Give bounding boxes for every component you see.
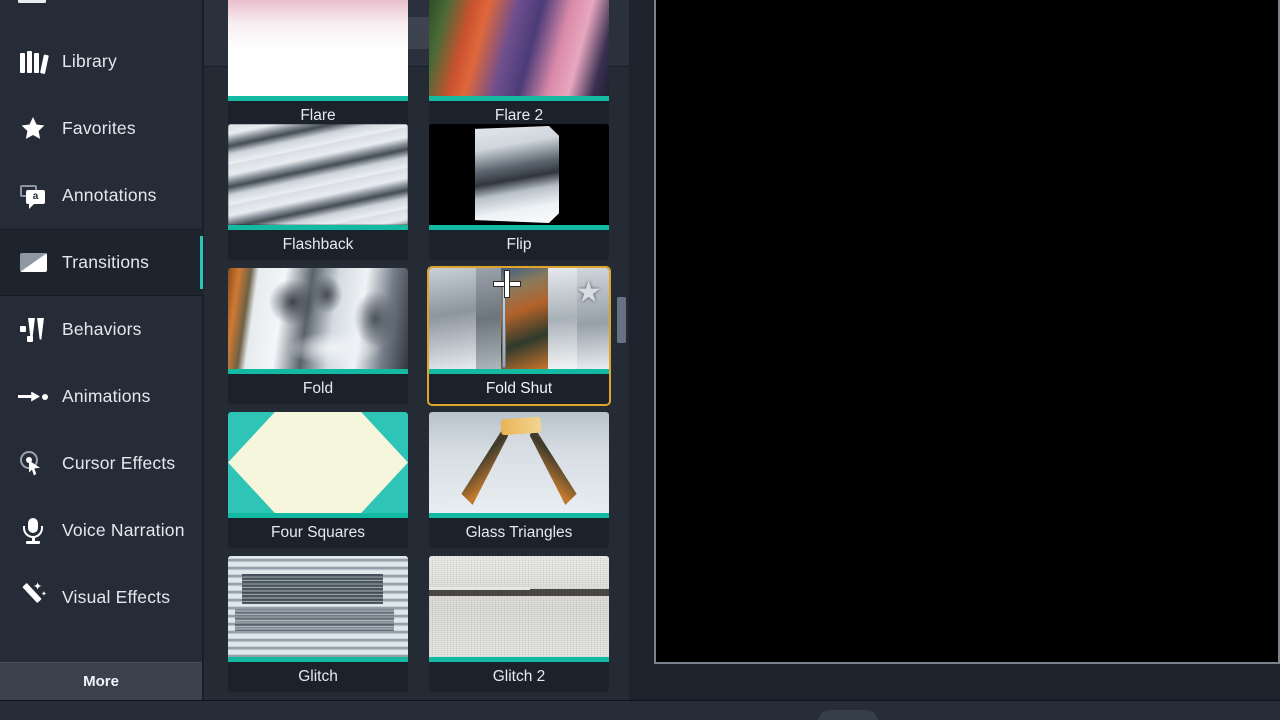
sidebar-item-label: Annotations [62,185,157,205]
transition-tile-flip[interactable]: Flip [429,124,609,260]
transition-tile-label: Fold Shut [485,380,553,397]
preview-pane [630,0,1280,697]
application-window: Library Favorites a Annotations Transiti… [0,0,1280,720]
transition-thumbnail [228,268,408,369]
transition-tile-fold-shut[interactable]: ★ Fold Shut [427,266,611,406]
transition-tile-label: Flashback [282,236,354,253]
cursor-effects-icon [16,449,50,479]
magic-wand-icon: ✦ ✦ ✦ [16,581,50,613]
transitions-icon [16,248,50,278]
sidebar-item-label: Favorites [62,118,136,138]
sidebar-item-visual-effects[interactable]: ✦ ✦ ✦ Visual Effects [0,564,203,631]
transition-tile-label: Four Squares [271,524,365,541]
sidebar-item-favorites[interactable]: Favorites [0,95,203,162]
transition-tile-four-squares[interactable]: Four Squares [228,412,408,548]
transition-tile-label: Fold [302,380,334,397]
transition-thumbnail [228,412,408,513]
sidebar-item-label: Voice Narration [62,520,185,540]
transitions-grid: Flare Flare 2 Flashback Flip Fold ★ Fold… [204,0,629,700]
sidebar-item-label: Library [62,51,117,71]
transition-thumbnail [228,124,408,225]
transition-thumbnail [429,124,609,225]
transition-tile-label: Glass Triangles [465,524,573,541]
bottom-toolbar-strip [0,700,1280,720]
transition-tile-label: Flip [506,236,532,253]
annotation-icon: a [16,181,50,211]
sidebar-item-label: Transitions [62,252,150,272]
transition-tile-flare[interactable]: Flare [228,0,408,131]
sidebar-item-label: Visual Effects [62,587,171,607]
transition-thumbnail [228,0,408,96]
transition-tile-fold[interactable]: Fold [228,268,408,404]
sidebar-item-voice-narration[interactable]: Voice Narration [0,497,203,564]
sidebar-item-behaviors[interactable]: Behaviors [0,296,203,363]
library-scrollbar-handle[interactable] [617,297,626,343]
transition-thumbnail: ★ [429,268,609,369]
sidebar-item-animations[interactable]: Animations [0,363,203,430]
microphone-icon [16,516,50,546]
media-strip-icon[interactable] [18,0,46,8]
transition-tile-label: Glitch 2 [492,668,546,685]
animations-icon [16,382,50,412]
star-icon [16,114,50,144]
transition-tile-glass-triangles[interactable]: Glass Triangles [429,412,609,548]
library-icon [16,47,50,77]
sidebar-item-label: Behaviors [62,319,142,339]
drag-indicator-line [502,282,506,368]
transitions-library-panel: Type All Flare Flare 2 [204,0,629,700]
transition-thumbnail [429,412,609,513]
transition-thumbnail [228,556,408,657]
favorite-star-icon[interactable]: ★ [575,278,602,308]
transition-thumbnail [429,556,609,657]
transition-tile-label: Glitch [298,668,338,685]
sidebar-item-label: Cursor Effects [62,453,176,473]
sidebar-item-annotations[interactable]: a Annotations [0,162,203,229]
sidebar: Library Favorites a Annotations Transiti… [0,0,203,700]
preview-canvas[interactable] [654,0,1280,664]
more-button[interactable]: More [0,662,202,700]
sidebar-item-library[interactable]: Library [0,28,203,95]
behaviors-icon [16,315,50,345]
transition-tile-glitch[interactable]: Glitch [228,556,408,692]
bottom-round-button[interactable] [818,710,878,720]
sidebar-item-label: Animations [62,386,151,406]
transition-thumbnail [429,0,609,96]
sidebar-nav-list: Library Favorites a Annotations Transiti… [0,28,203,631]
transition-tile-flare-2[interactable]: Flare 2 [429,0,609,131]
transition-tile-glitch-2[interactable]: Glitch 2 [429,556,609,692]
sidebar-item-transitions[interactable]: Transitions [0,229,203,296]
sidebar-item-cursor-effects[interactable]: Cursor Effects [0,430,203,497]
transition-tile-flashback[interactable]: Flashback [228,124,408,260]
more-button-label: More [83,673,119,690]
